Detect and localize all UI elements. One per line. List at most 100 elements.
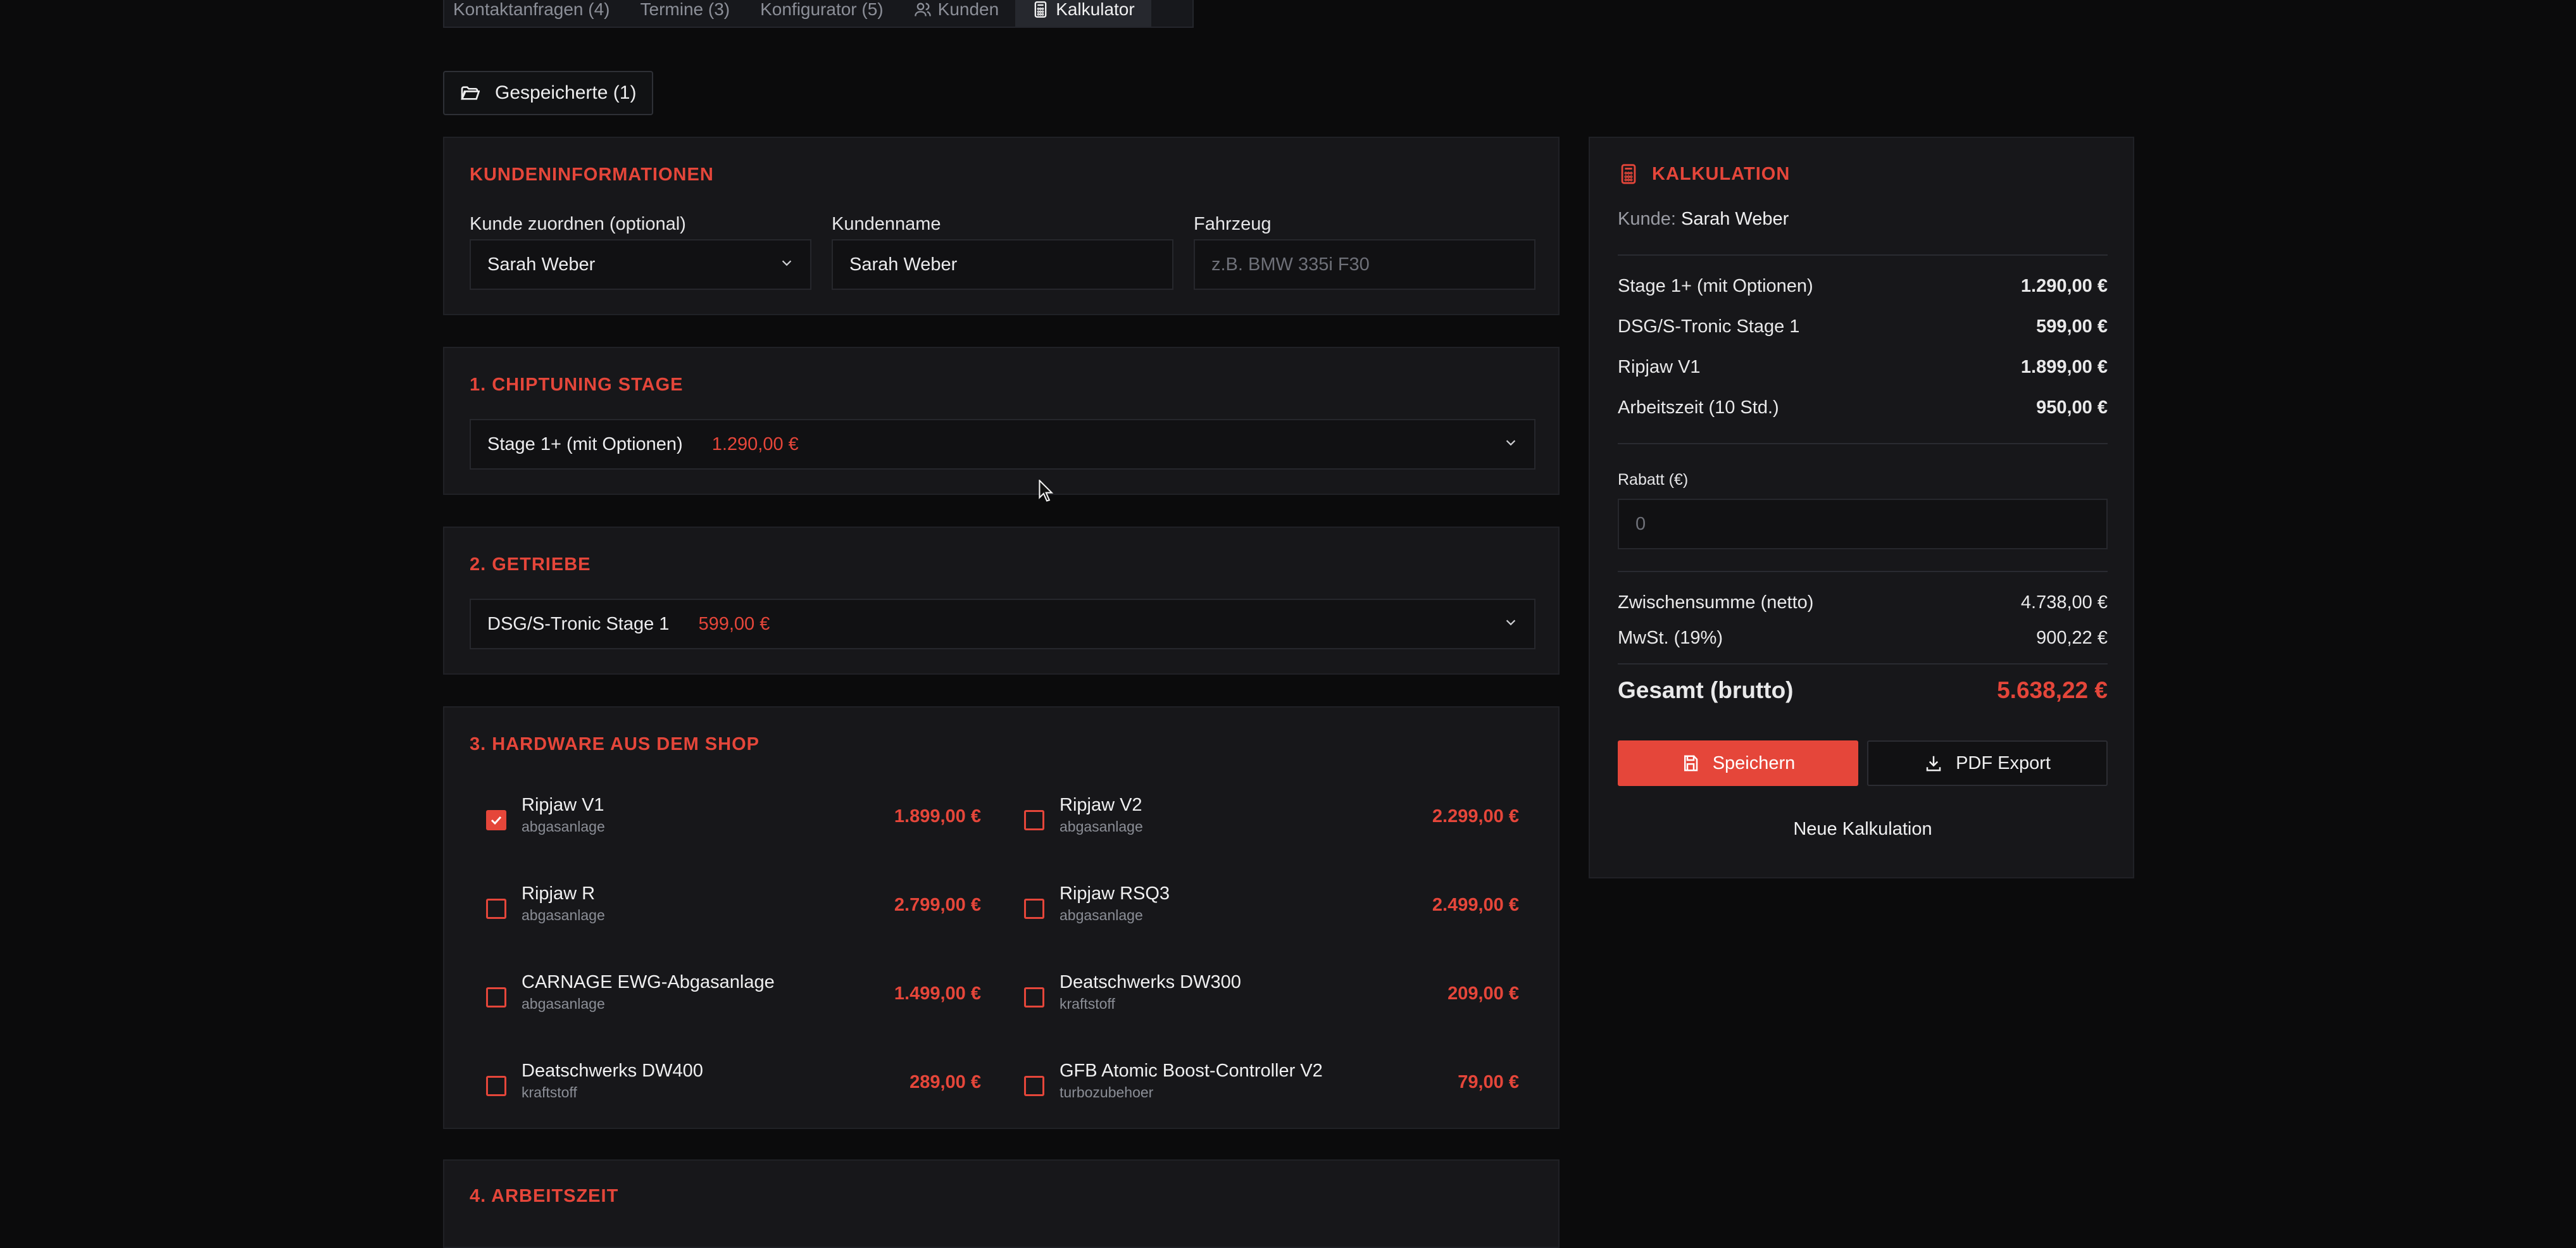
tab-calculator[interactable]: Kalkulator xyxy=(1015,0,1151,27)
tab-contact-requests[interactable]: Kontaktanfragen (4) xyxy=(453,0,610,27)
item-price: 2.799,00 € xyxy=(894,895,981,915)
hardware-item[interactable]: Ripjaw V2 abgasanlage 2.299,00 € xyxy=(1024,795,1535,846)
line-label: Arbeitszeit (10 Std.) xyxy=(1618,397,1779,418)
stage-select[interactable]: Stage 1+ (mit Optionen) 1.290,00 € xyxy=(470,419,1535,470)
customer-name-input[interactable]: Sarah Weber xyxy=(832,239,1173,290)
new-calculation-label: Neue Kalkulation xyxy=(1793,819,1932,839)
checkmark-icon xyxy=(491,816,502,825)
gearbox-select[interactable]: DSG/S-Tronic Stage 1 599,00 € xyxy=(470,599,1535,649)
hardware-item[interactable]: GFB Atomic Boost-Controller V2 turbozube… xyxy=(1024,1061,1535,1111)
calculator-icon xyxy=(1621,164,1636,184)
line-value: 950,00 € xyxy=(2036,397,2108,418)
line-label: Stage 1+ (mit Optionen) xyxy=(1618,276,1813,296)
saved-button-label: Gespeicherte (1) xyxy=(495,82,637,103)
subtotal-label: Zwischensumme (netto) xyxy=(1618,592,1814,613)
summary-title: KALKULATION xyxy=(1652,163,1791,184)
customer-name-value: Sarah Weber xyxy=(849,254,958,275)
item-name: Ripjaw R xyxy=(522,883,596,904)
folder-open-icon xyxy=(461,86,480,100)
top-tab-bar: Kontaktanfragen (4) Termine (3) Konfigur… xyxy=(443,0,1194,28)
chiptuning-stage-panel: 1. CHIPTUNING STAGE Stage 1+ (mit Option… xyxy=(443,347,1560,495)
vehicle-input[interactable]: z.B. BMW 335i F30 xyxy=(1194,239,1535,290)
download-icon xyxy=(1926,756,1941,771)
hardware-item[interactable]: Deatschwerks DW400 kraftstoff 289,00 € xyxy=(486,1061,992,1111)
item-name: CARNAGE EWG-Abgasanlage xyxy=(522,972,775,992)
item-category: abgasanlage xyxy=(522,818,605,835)
stage-selected-label: Stage 1+ (mit Optionen) xyxy=(487,434,683,454)
summary-header: KALKULATION xyxy=(1618,163,1790,185)
tab-customers[interactable]: Kunden xyxy=(914,0,999,27)
new-calculation-button[interactable]: Neue Kalkulation xyxy=(1618,819,2108,840)
total-value: 5.638,22 € xyxy=(1997,677,2108,703)
customer-name: Sarah Weber xyxy=(1680,209,1789,229)
gearbox-panel: 2. GETRIEBE DSG/S-Tronic Stage 1 599,00 … xyxy=(443,527,1560,675)
section-title: KUNDENINFORMATIONEN xyxy=(470,165,714,185)
item-price: 79,00 € xyxy=(1458,1072,1519,1092)
assign-customer-select[interactable]: Sarah Weber xyxy=(470,239,811,290)
divider xyxy=(1618,254,2108,256)
divider xyxy=(1618,443,2108,444)
item-price: 209,00 € xyxy=(1447,983,1519,1004)
item-text: Ripjaw V2 abgasanlage xyxy=(1060,795,1143,835)
pdf-export-button[interactable]: PDF Export xyxy=(1867,740,2108,786)
save-button-label: Speichern xyxy=(1712,752,1796,773)
line-label: DSG/S-Tronic Stage 1 xyxy=(1618,316,1800,337)
vat-row: MwSt. (19%) 900,22 € xyxy=(1618,628,2108,649)
line-value: 599,00 € xyxy=(2036,316,2108,337)
hardware-item[interactable]: Ripjaw V1 abgasanlage 1.899,00 € xyxy=(486,795,992,846)
calculation-summary-panel: KALKULATION Kunde: Sarah Weber Stage 1+ … xyxy=(1589,137,2134,878)
checkbox[interactable] xyxy=(486,987,506,1008)
gearbox-selected-price: 599,00 € xyxy=(698,613,770,634)
save-button[interactable]: Speichern xyxy=(1618,740,1858,786)
labor-time-panel: 4. ARBEITSZEIT xyxy=(443,1159,1560,1248)
subtotal-row: Zwischensumme (netto) 4.738,00 € xyxy=(1618,592,2108,613)
tab-label: Kontaktanfragen (4) xyxy=(453,0,610,19)
save-icon xyxy=(1684,755,1698,771)
line-value: 1.899,00 € xyxy=(2020,357,2108,377)
item-name: Ripjaw V2 xyxy=(1060,795,1142,815)
section-title: 4. ARBEITSZEIT xyxy=(470,1186,619,1206)
discount-label: Rabatt (€) xyxy=(1618,471,1689,489)
checkbox[interactable] xyxy=(1024,810,1044,830)
summary-line: Stage 1+ (mit Optionen) 1.290,00 € xyxy=(1618,276,2108,297)
hardware-item[interactable]: Ripjaw RSQ3 abgasanlage 2.499,00 € xyxy=(1024,883,1535,934)
checkbox[interactable] xyxy=(1024,1076,1044,1096)
summary-line: Arbeitszeit (10 Std.) 950,00 € xyxy=(1618,397,2108,418)
checkbox[interactable] xyxy=(486,1076,506,1096)
total-label: Gesamt (brutto) xyxy=(1618,677,1794,703)
assign-customer-value: Sarah Weber xyxy=(487,254,596,275)
item-name: Deatschwerks DW400 xyxy=(522,1061,703,1081)
hardware-item[interactable]: Ripjaw R abgasanlage 2.799,00 € xyxy=(486,883,992,934)
item-text: CARNAGE EWG-Abgasanlage abgasanlage xyxy=(522,972,775,1013)
saved-calculations-button[interactable]: Gespeicherte (1) xyxy=(443,71,653,115)
item-name: GFB Atomic Boost-Controller V2 xyxy=(1060,1061,1323,1081)
item-name: Ripjaw V1 xyxy=(522,795,604,815)
item-price: 2.299,00 € xyxy=(1432,806,1519,827)
assign-customer-label: Kunde zuordnen (optional) xyxy=(470,214,686,234)
divider xyxy=(1618,571,2108,572)
mouse-cursor-icon xyxy=(1039,480,1054,502)
discount-input[interactable]: 0 xyxy=(1618,499,2108,549)
item-price: 1.499,00 € xyxy=(894,983,981,1004)
item-text: Ripjaw V1 abgasanlage xyxy=(522,795,605,835)
checkbox[interactable] xyxy=(1024,899,1044,919)
hardware-item[interactable]: Deatschwerks DW300 kraftstoff 209,00 € xyxy=(1024,972,1535,1023)
item-price: 1.899,00 € xyxy=(894,806,981,827)
users-icon xyxy=(914,3,931,16)
tab-appointments[interactable]: Termine (3) xyxy=(641,0,730,27)
hardware-item[interactable]: CARNAGE EWG-Abgasanlage abgasanlage 1.49… xyxy=(486,972,992,1023)
checkbox[interactable] xyxy=(486,899,506,919)
subtotal-value: 4.738,00 € xyxy=(2020,592,2108,613)
section-title: 3. HARDWARE AUS DEM SHOP xyxy=(470,734,760,754)
customer-name-label: Kundenname xyxy=(832,214,941,234)
checkbox[interactable] xyxy=(1024,987,1044,1008)
discount-placeholder: 0 xyxy=(1635,513,1646,534)
line-label: Ripjaw V1 xyxy=(1618,357,1701,377)
tab-configurator[interactable]: Konfigurator (5) xyxy=(760,0,884,27)
summary-line: Ripjaw V1 1.899,00 € xyxy=(1618,357,2108,378)
section-title: 1. CHIPTUNING STAGE xyxy=(470,375,684,395)
checkbox-checked[interactable] xyxy=(486,810,506,830)
stage-selected-price: 1.290,00 € xyxy=(711,434,799,454)
item-name: Deatschwerks DW300 xyxy=(1060,972,1241,992)
item-price: 2.499,00 € xyxy=(1432,895,1519,915)
